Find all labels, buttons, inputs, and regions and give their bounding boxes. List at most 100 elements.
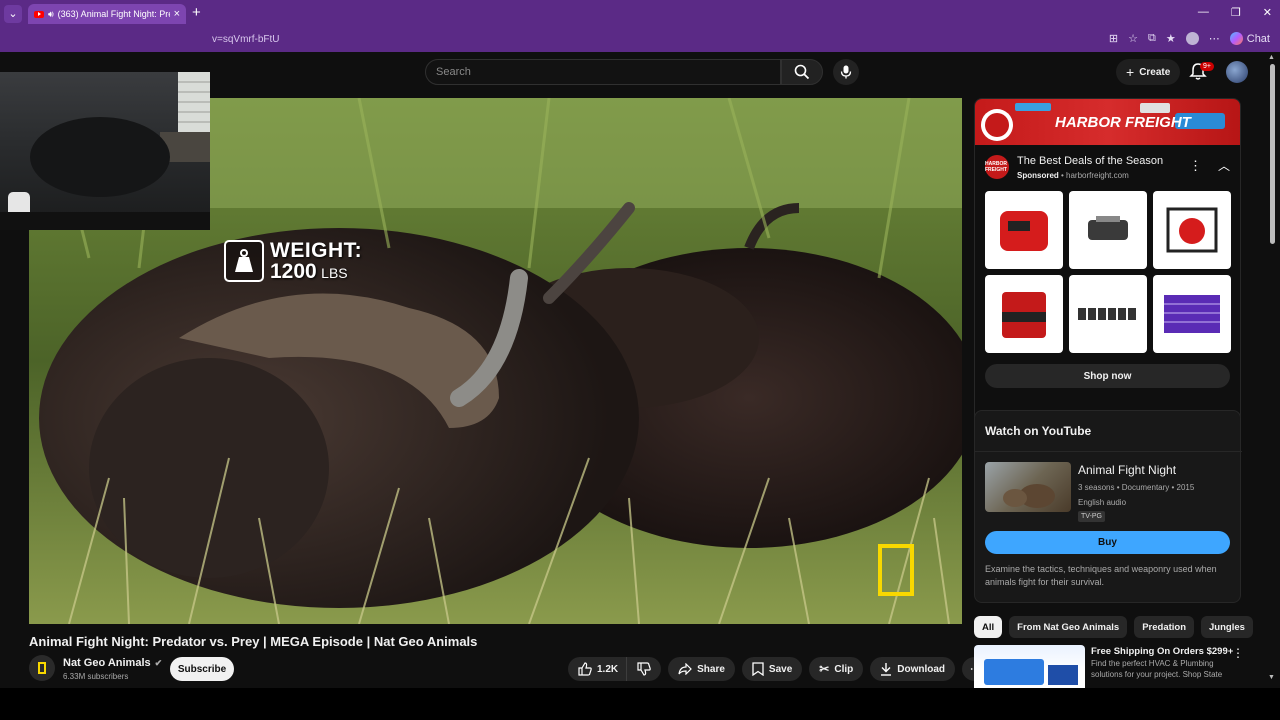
chat-label: Chat <box>1246 32 1270 45</box>
tab-list-chevron-icon[interactable]: ⌄ <box>4 5 22 23</box>
channel-avatar[interactable] <box>29 655 55 681</box>
show-audio: English audio <box>1078 498 1127 507</box>
close-window-icon[interactable]: ✕ <box>1263 6 1272 19</box>
natgeo-logo-icon <box>38 662 46 674</box>
collapse-chevron-icon[interactable]: ︿ <box>1218 157 1230 174</box>
ad-domain: harborfreight.com <box>1066 171 1129 180</box>
extensions-icon[interactable]: ⧉ <box>1148 32 1156 45</box>
chip-all[interactable]: All <box>974 616 1003 638</box>
save-button[interactable]: Save <box>741 657 803 681</box>
bottom-ad-thumbnail[interactable] <box>974 645 1085 688</box>
bottom-ad-description: Find the perfect HVAC & Plumbing solutio… <box>1091 659 1223 679</box>
minimize-icon[interactable]: — <box>1198 6 1209 19</box>
scroll-down-arrow-icon[interactable]: ▼ <box>1268 674 1275 681</box>
bottom-black-bar <box>0 688 1280 720</box>
search-button[interactable] <box>781 59 823 85</box>
sponsored-ad-card: HARBOR FREIGHT HARBOR FREIGHT The Best D… <box>974 98 1241 450</box>
watch-on-youtube-card: Watch on YouTube Animal Fight Night 3 se… <box>974 410 1242 603</box>
show-meta: 3 seasons • Documentary • 2015 <box>1078 483 1195 492</box>
favorites-icon[interactable]: ★ <box>1166 32 1176 45</box>
weight-kettlebell-icon <box>224 240 264 282</box>
download-button[interactable]: Download <box>870 657 956 681</box>
divider <box>975 451 1242 452</box>
product-tool-chest[interactable] <box>1153 275 1231 353</box>
create-label: Create <box>1139 66 1171 78</box>
thumbs-up-icon <box>578 662 592 676</box>
download-icon <box>881 663 892 676</box>
video-actions: 1.2K Share Save ✂ Clip Download ⋯ <box>568 657 989 681</box>
verified-check-icon: ✔ <box>154 657 163 668</box>
product-water-pump[interactable] <box>1153 191 1231 269</box>
download-label: Download <box>897 663 946 675</box>
show-thumbnail[interactable] <box>985 462 1071 512</box>
sponsored-label: Sponsored <box>1017 171 1059 180</box>
save-label: Save <box>768 663 793 675</box>
video-title: Animal Fight Night: Predator vs. Prey | … <box>29 634 478 649</box>
profile-icon[interactable] <box>1185 32 1199 45</box>
ad-sponsored-line: Sponsored • harborfreight.com <box>1017 171 1129 180</box>
copilot-chat-button[interactable]: Chat <box>1229 32 1270 45</box>
tab-title: (363) Animal Fight Night: Predator <box>57 9 170 19</box>
product-winch[interactable] <box>1069 191 1147 269</box>
product-socket-set[interactable] <box>1069 275 1147 353</box>
weight-value: 1200 <box>270 260 317 283</box>
subscribe-button[interactable]: Subscribe <box>170 657 234 681</box>
new-tab-button[interactable]: + <box>192 4 201 21</box>
restore-icon[interactable]: ❐ <box>1231 6 1241 19</box>
app-available-icon[interactable]: ⊞ <box>1109 32 1118 45</box>
window-controls: — ❐ ✕ <box>1198 6 1272 19</box>
clip-label: Clip <box>834 663 854 675</box>
product-inverter-generator[interactable] <box>985 275 1063 353</box>
share-arrow-icon <box>678 663 692 675</box>
create-button[interactable]: + Create <box>1116 59 1181 85</box>
ad-banner-image[interactable]: HARBOR FREIGHT <box>975 99 1240 145</box>
more-menu-icon[interactable]: ⋯ <box>1209 32 1220 45</box>
chip-predation[interactable]: Predation <box>1134 616 1195 638</box>
bottom-ad-menu-icon[interactable]: ⋮ <box>1232 646 1244 660</box>
ad-product-grid <box>985 191 1231 353</box>
chip-from-channel[interactable]: From Nat Geo Animals <box>1009 616 1128 638</box>
copilot-icon <box>1229 32 1243 45</box>
rating-badge: TV-PG <box>1078 511 1106 522</box>
dislike-button[interactable] <box>627 657 662 681</box>
ad-menu-icon[interactable]: ⋮ <box>1189 158 1202 174</box>
watch-on-youtube-heading: Watch on YouTube <box>985 424 1092 438</box>
notification-badge: 9+ <box>1200 62 1214 71</box>
bookmark-icon <box>752 662 764 676</box>
plus-icon: + <box>1126 64 1135 80</box>
account-avatar[interactable] <box>1226 61 1248 83</box>
browser-tab-active[interactable]: 🔊︎ (363) Animal Fight Night: Predator × <box>28 4 186 24</box>
product-generator-red[interactable] <box>985 191 1063 269</box>
share-button[interactable]: Share <box>668 657 735 681</box>
search-input[interactable]: Search <box>425 59 781 85</box>
channel-name[interactable]: Nat Geo Animals <box>63 657 151 669</box>
shop-now-button[interactable]: Shop now <box>985 364 1230 388</box>
voice-search-button[interactable] <box>833 59 859 85</box>
favorite-star-icon[interactable]: ☆ <box>1128 32 1138 45</box>
scroll-up-arrow-icon[interactable]: ▲ <box>1268 54 1275 61</box>
tab-close-icon[interactable]: × <box>174 8 180 20</box>
weight-text: WEIGHT: 1200 LBS <box>270 240 362 282</box>
speaker-icon[interactable]: 🔊︎ <box>48 9 54 20</box>
toolbar-icons: ⊞ ☆ ⧉ ★ ⋯ Chat <box>1109 32 1270 45</box>
advertiser-logo[interactable]: HARBOR FREIGHT <box>985 155 1009 179</box>
scissors-icon: ✂ <box>819 662 830 676</box>
bottom-ad-title[interactable]: Free Shipping On Orders $299+ <box>1091 646 1233 657</box>
related-filter-chips: All From Nat Geo Animals Predation Jungl… <box>974 616 1253 638</box>
scrollbar-thumb[interactable] <box>1270 64 1275 244</box>
url-text[interactable]: v=sqVmrf-bFtU <box>212 34 280 45</box>
chip-jungles[interactable]: Jungles <box>1201 616 1253 638</box>
youtube-page: Search + Create 9+ WEIGHT: 1200 LBS Anim… <box>0 52 1280 688</box>
channel-name-row[interactable]: Nat Geo Animals ✔ <box>63 657 162 669</box>
weight-overlay: WEIGHT: 1200 LBS <box>224 240 362 282</box>
ad-title[interactable]: The Best Deals of the Season <box>1017 155 1163 167</box>
webcam-overlay <box>0 72 210 230</box>
search-icon <box>794 64 810 80</box>
ad-banner-text: HARBOR FREIGHT <box>1055 114 1191 131</box>
like-button[interactable]: 1.2K <box>568 657 628 681</box>
subscriber-count: 6.33M subscribers <box>63 672 129 681</box>
buy-button[interactable]: Buy <box>985 531 1230 554</box>
show-description: Examine the tactics, techniques and weap… <box>985 564 1217 587</box>
show-title[interactable]: Animal Fight Night <box>1078 463 1176 477</box>
clip-button[interactable]: ✂ Clip <box>809 657 864 681</box>
